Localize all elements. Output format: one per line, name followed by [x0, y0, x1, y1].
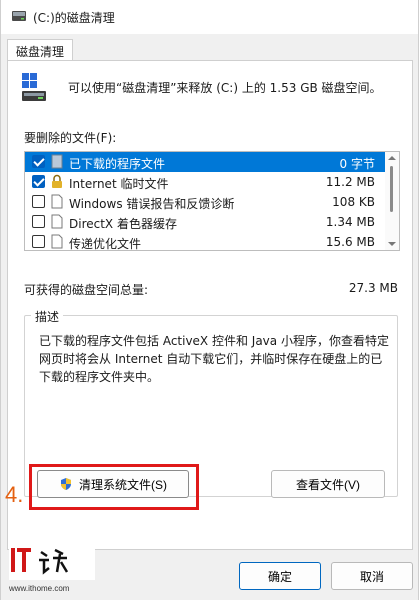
list-item[interactable]: 传递优化文件 15.6 MB: [25, 232, 387, 251]
file-name: Windows 错误报告和反馈诊断: [69, 197, 235, 211]
clean-system-files-button[interactable]: 清理系统文件(S): [37, 470, 189, 498]
file-name: 传递优化文件: [69, 237, 142, 251]
scrollbar-thumb[interactable]: [390, 166, 393, 212]
file-size: 108 KB: [332, 195, 375, 209]
window-title: (C:)的磁盘清理: [33, 11, 115, 25]
file-list-label: 要删除的文件(F):: [24, 131, 117, 145]
tab-strip: 磁盘清理: [1, 34, 418, 61]
step-number: 4.: [5, 482, 24, 507]
checkbox[interactable]: [32, 175, 45, 188]
ithome-url: www.ithome.com: [9, 584, 70, 593]
list-item[interactable]: DirectX 着色器缓存 1.34 MB: [25, 212, 387, 232]
shield-icon: [61, 478, 71, 490]
checkbox[interactable]: [32, 195, 45, 208]
list-item[interactable]: Windows 错误报告和反馈诊断 108 KB: [25, 192, 387, 212]
lock-icon: [52, 174, 62, 188]
ok-button[interactable]: 确定: [239, 562, 321, 590]
clean-system-files-label: 清理系统文件(S): [79, 477, 167, 492]
checkbox[interactable]: [32, 215, 45, 228]
disk-cleanup-window: (C:)的磁盘清理 磁盘清理 可以使用“磁盘清理”来释放 (C:) 上的 1.5…: [0, 0, 419, 600]
vertical-scrollbar[interactable]: [385, 152, 399, 250]
summary-text: 可以使用“磁盘清理”来释放 (C:) 上的 1.53 GB 磁盘空间。: [68, 81, 382, 95]
file-size: 11.2 MB: [325, 175, 375, 189]
scroll-down-arrow-icon[interactable]: [388, 242, 396, 246]
file-name: Internet 临时文件: [69, 177, 169, 191]
file-size: 15.6 MB: [325, 235, 375, 249]
list-item[interactable]: Internet 临时文件 11.2 MB: [25, 172, 387, 192]
title-bar: (C:)的磁盘清理: [1, 0, 418, 34]
scroll-up-arrow-icon[interactable]: [388, 156, 396, 160]
list-item[interactable]: 已下载的程序文件 0 字节: [25, 152, 387, 172]
cancel-button[interactable]: 取消: [331, 562, 413, 590]
folder-icon: [51, 154, 63, 169]
drive-icon: [22, 73, 46, 101]
description-legend: 描述: [31, 308, 64, 325]
view-files-button[interactable]: 查看文件(V): [271, 470, 385, 498]
total-space-label: 可获得的磁盘空间总量:: [24, 283, 149, 297]
tab-disk-cleanup[interactable]: 磁盘清理: [7, 39, 74, 61]
file-icon: [51, 194, 63, 209]
file-list[interactable]: 已下载的程序文件 0 字节 Internet 临时文件 11.2 MB Wind…: [24, 151, 400, 251]
file-name: 已下载的程序文件: [69, 157, 166, 171]
disk-cleanup-icon: [12, 11, 26, 21]
file-icon: [51, 234, 63, 249]
file-icon: [51, 214, 63, 229]
file-name: DirectX 着色器缓存: [69, 217, 177, 231]
file-size: 1.34 MB: [325, 215, 375, 229]
checkbox[interactable]: [32, 235, 45, 248]
total-space-value: 27.3 MB: [348, 281, 398, 295]
checkbox[interactable]: [32, 155, 45, 168]
file-size: 0 字节: [339, 157, 375, 171]
description-text: 已下载的程序文件包括 ActiveX 控件和 Java 小程序，你查看特定网页时…: [39, 334, 389, 384]
